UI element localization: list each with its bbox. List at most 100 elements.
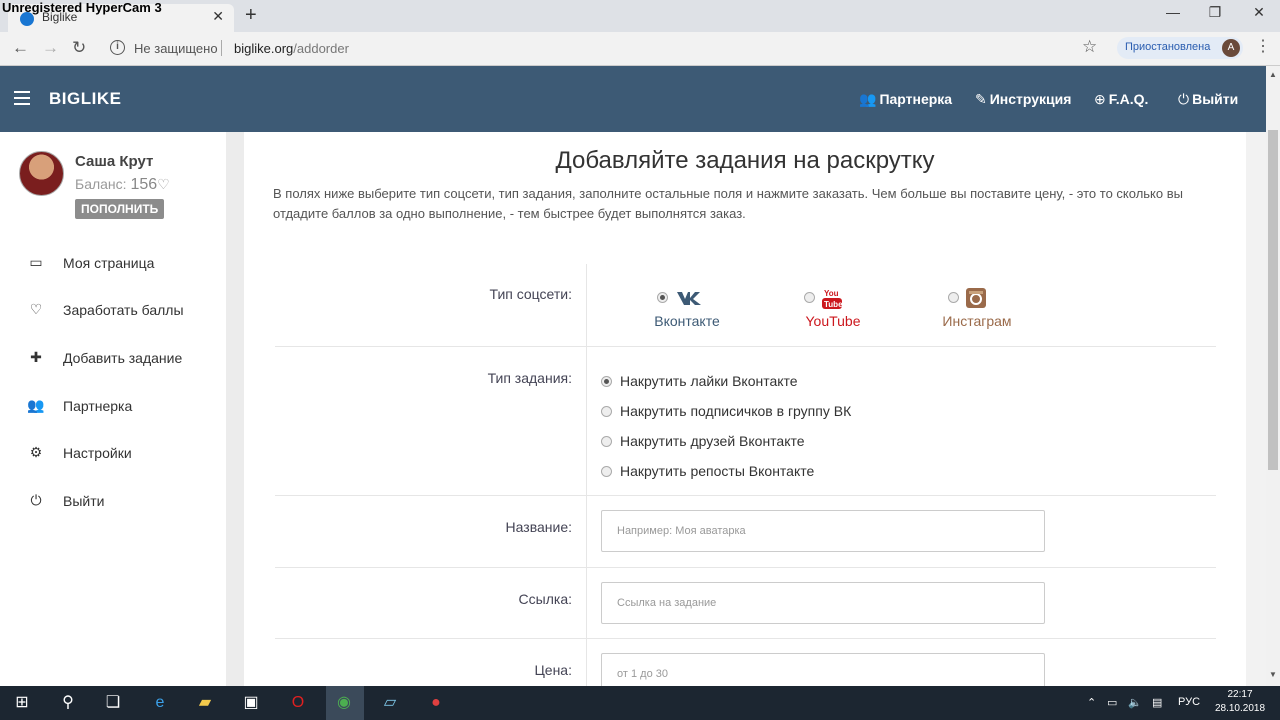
social-option-instagram[interactable]: Инстаграм xyxy=(922,288,1032,333)
task-type-label: Тип задания: xyxy=(487,370,572,386)
scroll-thumb[interactable] xyxy=(1268,130,1278,470)
browser-menu-icon[interactable]: ⋮ xyxy=(1255,36,1271,56)
maximize-button[interactable]: ❐ xyxy=(1200,4,1230,21)
nav-faq[interactable]: ⊕ F.A.Q. xyxy=(1094,91,1148,108)
scroll-down-icon[interactable]: ▼ xyxy=(1269,670,1277,679)
topup-button[interactable]: ПОПОЛНИТЬ xyxy=(75,199,165,219)
users-icon: 👥 xyxy=(859,91,877,107)
price-label: Цена: xyxy=(534,662,572,678)
task-option-label: Накрутить подписичков в группу ВК xyxy=(620,403,852,419)
forward-icon[interactable]: → xyxy=(42,38,59,58)
back-icon[interactable]: ← xyxy=(12,38,29,58)
tab-close-icon[interactable]: ✕ xyxy=(212,8,224,25)
reload-icon[interactable]: ↻ xyxy=(72,38,86,58)
column-divider xyxy=(586,264,587,346)
nav-partner[interactable]: 👥 Партнерка xyxy=(859,91,952,108)
svg-text:You: You xyxy=(824,289,839,298)
gears-icon: ⚙ xyxy=(29,444,43,460)
task-view-icon[interactable]: ❏ xyxy=(103,693,123,713)
browser-tab-bar: Biglike ✕ + — ❐ ✕ xyxy=(0,0,1280,32)
sidebar-item-label: Партнерка xyxy=(63,398,133,414)
column-divider xyxy=(586,638,587,686)
user-name[interactable]: Саша Крут xyxy=(75,153,153,170)
bookmark-star-icon[interactable]: ☆ xyxy=(1082,37,1097,57)
sidebar-item-logout[interactable]: ⏻ Выйти xyxy=(0,482,226,522)
address-bar[interactable]: i Не защищено biglike.org/addorder xyxy=(104,36,1104,62)
sidebar-item-label: Добавить задание xyxy=(63,350,183,366)
notifications-icon[interactable]: ▤ xyxy=(1152,696,1162,709)
name-label: Название: xyxy=(505,519,572,535)
sidebar-item-label: Настройки xyxy=(63,445,132,461)
url-path: /addorder xyxy=(293,41,349,56)
nav-instruction[interactable]: ✎ Инструкция xyxy=(975,91,1071,108)
sidebar-item-my-page[interactable]: ▭ Моя страница xyxy=(0,244,226,284)
pencil-icon: ✎ xyxy=(975,91,987,107)
column-divider xyxy=(586,346,587,496)
social-option-youtube[interactable]: You Tube YouTube xyxy=(778,288,888,333)
brand-logo[interactable]: BIGLIKE xyxy=(49,89,121,109)
tray-chevron-icon[interactable]: ⌃ xyxy=(1087,696,1096,709)
social-type-label: Тип соцсети: xyxy=(489,286,572,302)
social-radio-youtube[interactable] xyxy=(804,292,815,303)
recorder-app-icon[interactable]: ● xyxy=(426,693,446,713)
globe-icon: ⊕ xyxy=(1094,91,1106,107)
task-radio[interactable] xyxy=(601,406,612,417)
user-avatar[interactable] xyxy=(19,151,64,196)
scroll-up-icon[interactable]: ▲ xyxy=(1269,70,1277,79)
info-icon[interactable]: i xyxy=(110,40,125,55)
url-text[interactable]: biglike.org/addorder xyxy=(234,41,349,56)
minimize-button[interactable]: — xyxy=(1158,4,1188,20)
edge-icon[interactable]: e xyxy=(150,693,170,713)
link-input[interactable] xyxy=(601,582,1045,624)
network-icon[interactable]: ▭ xyxy=(1107,696,1117,709)
task-radio[interactable] xyxy=(601,466,612,477)
name-input[interactable] xyxy=(601,510,1045,552)
intro-text: В полях ниже выберите тип соцсети, тип з… xyxy=(273,186,1183,221)
user-balance: Баланс: 156♡ xyxy=(75,176,170,194)
windows-start-icon[interactable]: ⊞ xyxy=(12,693,32,713)
folder-icon[interactable]: ▰ xyxy=(195,693,215,713)
sidebar-item-settings[interactable]: ⚙ Настройки xyxy=(0,434,226,474)
laptop-icon: ▭ xyxy=(29,254,43,270)
new-tab-button[interactable]: + xyxy=(245,4,257,27)
chrome-icon[interactable]: ◉ xyxy=(334,693,354,713)
sidebar-item-earn-points[interactable]: ♡ Заработать баллы xyxy=(0,291,226,331)
close-window-button[interactable]: ✕ xyxy=(1244,4,1274,21)
nav-logout[interactable]: ⏻ Выйти xyxy=(1178,91,1238,108)
nav-instruction-label: Инструкция xyxy=(989,91,1072,107)
notes-app-icon[interactable]: ▱ xyxy=(380,693,400,713)
link-label: Ссылка: xyxy=(518,591,572,607)
row-divider xyxy=(275,346,1216,347)
sidebar-item-add-task[interactable]: ✚ Добавить задание xyxy=(0,339,226,379)
nav-faq-label: F.A.Q. xyxy=(1108,91,1149,107)
column-divider xyxy=(586,567,587,638)
opera-icon[interactable]: O xyxy=(288,693,308,713)
store-icon[interactable]: ▣ xyxy=(241,693,261,713)
insecure-label: Не защищено xyxy=(134,41,218,56)
search-icon[interactable]: ⚲ xyxy=(58,693,78,713)
task-radio[interactable] xyxy=(601,436,612,447)
price-input[interactable] xyxy=(601,653,1045,686)
profile-paused-badge[interactable]: Приостановлена A xyxy=(1117,37,1243,59)
social-radio-instagram[interactable] xyxy=(948,292,959,303)
social-radio-vk[interactable] xyxy=(657,292,668,303)
language-indicator[interactable]: РУС xyxy=(1178,696,1200,708)
site-header: BIGLIKE 👥 Партнерка ✎ Инструкция ⊕ F.A.Q. ⏻… xyxy=(0,66,1266,132)
clock-date: 28.10.2018 xyxy=(1214,703,1266,714)
nav-partner-label: Партнерка xyxy=(879,91,953,107)
vk-icon xyxy=(677,292,701,305)
social-option-vk[interactable]: Вконтакте xyxy=(632,288,742,333)
hamburger-menu-icon[interactable] xyxy=(14,91,30,105)
volume-icon[interactable]: 🔈 xyxy=(1128,696,1142,709)
sidebar-item-label: Моя страница xyxy=(63,255,155,271)
url-separator xyxy=(221,40,222,56)
sidebar-item-partner[interactable]: 👥 Партнерка xyxy=(0,387,226,427)
clock[interactable]: 22:17 28.10.2018 xyxy=(1210,688,1270,716)
users-icon: 👥 xyxy=(27,397,45,413)
social-label-vk: Вконтакте xyxy=(654,313,720,329)
heart-icon: ♡ xyxy=(157,176,170,192)
page-scrollbar[interactable]: ▲ ▼ xyxy=(1266,66,1280,686)
profile-avatar: A xyxy=(1222,39,1240,57)
task-radio[interactable] xyxy=(601,376,612,387)
clock-time: 22:17 xyxy=(1227,689,1253,700)
